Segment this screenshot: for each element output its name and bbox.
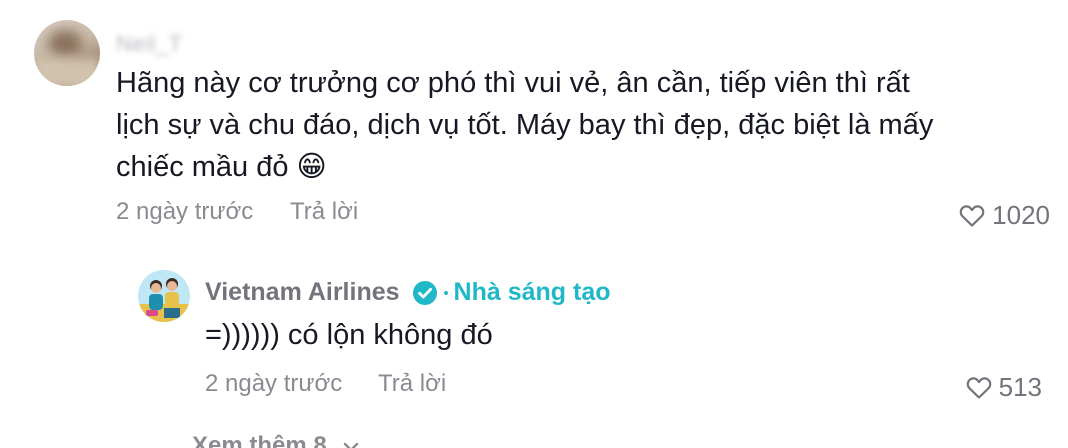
heart-outline-icon[interactable] [959, 204, 985, 228]
chevron-down-icon [344, 442, 359, 448]
reply-like-count: 513 [998, 372, 1042, 402]
comment-text: Hãng này cơ trưởng cơ phó thì vui vẻ, ân… [116, 67, 934, 183]
reply-like-button[interactable]: 513 [966, 372, 1042, 403]
heart-outline-icon[interactable] [966, 376, 992, 400]
comment-thread: Neil_T Hãng này cơ trưởng cơ phó thì vui… [0, 0, 1068, 448]
reply-author-avatar[interactable] [138, 270, 190, 322]
creator-badge: Nhà sáng tạo [443, 278, 611, 307]
verified-check-icon [412, 280, 437, 305]
reply-timestamp: 2 ngày trước [205, 370, 343, 397]
reply-button[interactable]: Trả lời [290, 198, 358, 226]
comment-like-count: 1020 [992, 200, 1050, 230]
view-more-label: Xem thêm 8 [192, 432, 327, 448]
creator-badge-label: Nhà sáng tạo [453, 278, 611, 306]
reply-author-row: Vietnam Airlines Nhà sáng tạo [205, 278, 611, 307]
reply-text: =)))))) có lộn không đó [205, 319, 493, 351]
comment-timestamp: 2 ngày trước [116, 198, 254, 225]
reply-to-reply-button[interactable]: Trả lời [378, 370, 446, 398]
view-more-replies-button[interactable]: Xem thêm 8 [192, 432, 359, 448]
commenter-avatar[interactable] [34, 20, 100, 86]
commenter-username[interactable]: Neil_T [116, 31, 183, 57]
reply-author-name[interactable]: Vietnam Airlines [205, 278, 400, 307]
separator-dot [443, 290, 448, 295]
comment-like-button[interactable]: 1020 [959, 200, 1050, 231]
